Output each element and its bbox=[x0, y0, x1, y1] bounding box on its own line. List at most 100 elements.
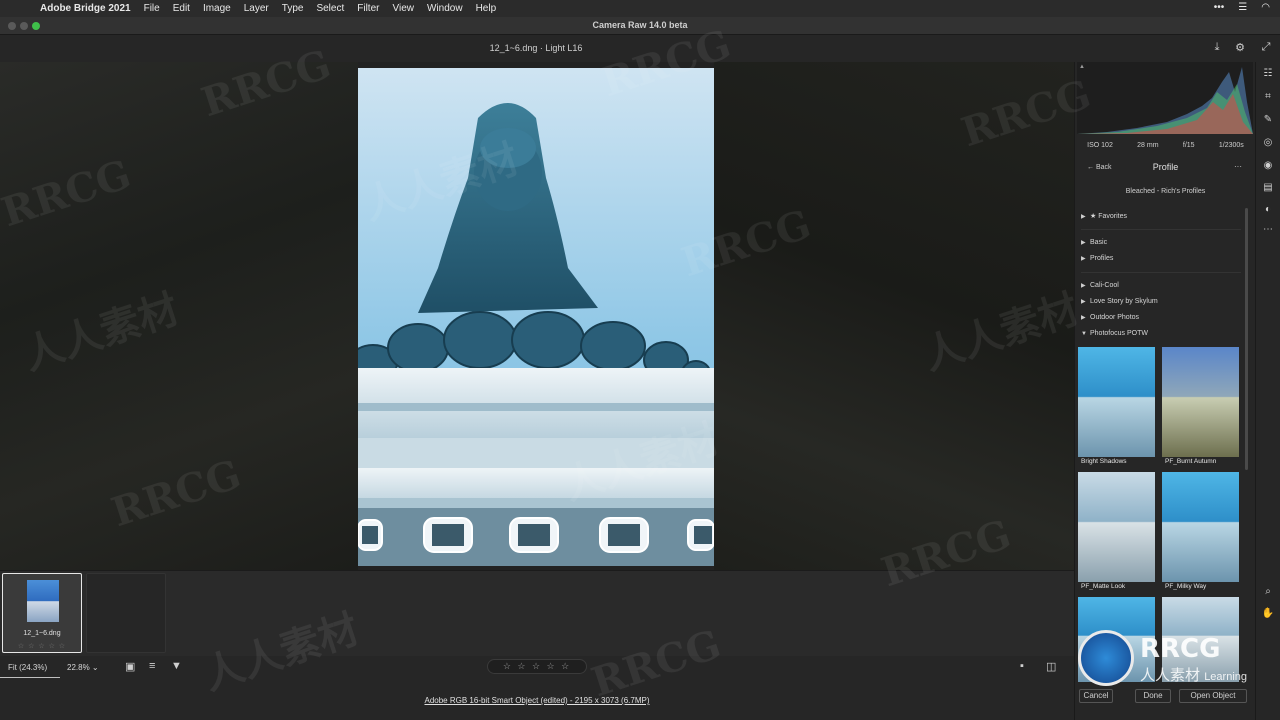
profile-group-cali-cool[interactable]: ▶ Cali-Cool bbox=[1081, 282, 1119, 289]
filter-icon[interactable]: ▼ bbox=[171, 660, 182, 672]
brand-logo-tag: Learning bbox=[1204, 671, 1248, 683]
window-titlebar: Camera Raw 14.0 beta bbox=[0, 17, 1280, 35]
more-tools-icon[interactable]: ⋯ bbox=[1261, 224, 1275, 238]
canvas-background-right bbox=[714, 62, 1074, 570]
profile-group-label: Profiles bbox=[1090, 255, 1114, 262]
canvas-background-left bbox=[0, 62, 358, 570]
brand-logo-cn: 人人素材 bbox=[1140, 667, 1201, 684]
menu-edit[interactable]: Edit bbox=[173, 3, 190, 14]
photo-preview[interactable] bbox=[358, 68, 714, 566]
chevron-down-icon: ⌄ bbox=[91, 663, 99, 672]
profile-thumbnail[interactable] bbox=[1162, 472, 1239, 582]
histogram-graph bbox=[1077, 67, 1253, 134]
menu-window[interactable]: Window bbox=[427, 3, 463, 14]
profile-group-profiles[interactable]: ▶ Profiles bbox=[1081, 255, 1113, 262]
exif-shutter: 1/2300s bbox=[1218, 142, 1244, 149]
menu-extras-icon[interactable]: ••• bbox=[1214, 2, 1225, 13]
gear-icon[interactable]: ⚙ bbox=[1233, 41, 1247, 55]
panel-scrollbar[interactable] bbox=[1245, 208, 1248, 470]
single-view-icon[interactable]: ▪ bbox=[1020, 660, 1024, 672]
profile-group-label: Photofocus POTW bbox=[1090, 330, 1148, 337]
workflow-options-link[interactable]: Adobe RGB 16-bit Smart Object (edited) -… bbox=[0, 696, 1074, 705]
sort-icon[interactable]: ≡ bbox=[149, 660, 155, 672]
window-title: Camera Raw 14.0 beta bbox=[592, 20, 688, 30]
brand-logo-text: RRCG bbox=[1140, 634, 1221, 664]
before-after-icon[interactable]: ◫ bbox=[1046, 660, 1056, 673]
profile-group-favorites[interactable]: ▶ ★ Favorites bbox=[1081, 212, 1127, 220]
zoom-fit-button[interactable]: Fit (24.3%) bbox=[8, 663, 47, 672]
filmstrip-item[interactable] bbox=[86, 573, 166, 653]
profile-thumbnail[interactable] bbox=[1078, 472, 1155, 582]
buddha-statue-image bbox=[358, 103, 714, 566]
caret-right-icon: ▶ bbox=[1081, 299, 1086, 305]
filmstrip-toggle-icon[interactable]: ▣ bbox=[125, 660, 135, 673]
caret-right-icon: ▶ bbox=[1081, 240, 1086, 246]
menu-type[interactable]: Type bbox=[282, 3, 304, 14]
caret-down-icon: ▼ bbox=[1081, 331, 1087, 337]
profile-group-basic[interactable]: ▶ Basic bbox=[1081, 239, 1107, 246]
menu-file[interactable]: File bbox=[144, 3, 160, 14]
profile-group-photofocus[interactable]: ▼ Photofocus POTW bbox=[1081, 330, 1148, 337]
profile-group-outdoor-photos[interactable]: ▶ Outdoor Photos bbox=[1081, 314, 1139, 321]
hand-tool-icon[interactable]: ✋ bbox=[1261, 608, 1275, 622]
profile-group-label: Favorites bbox=[1098, 213, 1128, 220]
presets-icon[interactable]: ◐ bbox=[1261, 204, 1275, 218]
done-button[interactable]: Done bbox=[1135, 689, 1171, 703]
filmstrip-item-selected[interactable]: 12_1~6.dng ☆ ☆ ☆ ☆ ☆ bbox=[2, 573, 82, 653]
profile-title: Profile bbox=[1152, 162, 1179, 172]
histogram: ▲ bbox=[1077, 62, 1253, 134]
divider bbox=[1081, 229, 1241, 230]
exif-focal-length: 28 mm bbox=[1137, 142, 1159, 149]
save-icon[interactable]: ⤓ bbox=[1210, 41, 1224, 55]
profile-group-love-story[interactable]: ▶ Love Story by Skylum bbox=[1081, 298, 1158, 305]
more-options-icon[interactable]: ··· bbox=[1234, 162, 1242, 171]
caret-right-icon: ▶ bbox=[1081, 315, 1086, 321]
bottom-bar: Fit (24.3%) 22.8% ⌄ ▣ ≡ ▼ ☆ ☆ ☆ ☆ ☆ ▪ ◫ … bbox=[0, 656, 1074, 720]
profile-group-label: Outdoor Photos bbox=[1090, 314, 1140, 321]
profile-thumbnail-label: Bright Shadows bbox=[1081, 458, 1127, 465]
rating-stars[interactable]: ☆ ☆ ☆ ☆ ☆ bbox=[487, 659, 587, 674]
menu-select[interactable]: Select bbox=[316, 3, 344, 14]
profile-thumbnail-label: PF_Matte Look bbox=[1081, 583, 1126, 590]
tool-rail: ☷ ⌗ ✎ ◎ ◉ ▤ ◐ ⋯ ⌕ ✋ bbox=[1255, 62, 1280, 720]
profile-header: ← Back Profile ··· bbox=[1075, 162, 1256, 176]
crop-icon[interactable]: ⌗ bbox=[1261, 91, 1275, 105]
menu-app-name[interactable]: Adobe Bridge 2021 bbox=[40, 3, 131, 14]
filmstrip: 12_1~6.dng ☆ ☆ ☆ ☆ ☆ bbox=[0, 570, 1074, 656]
star-icon: ★ bbox=[1090, 213, 1097, 220]
snapshots-icon[interactable]: ▤ bbox=[1261, 182, 1275, 196]
filmstrip-thumbnail-image bbox=[27, 580, 59, 622]
zoom-tool-icon[interactable]: ⌕ bbox=[1261, 586, 1275, 600]
caret-right-icon: ▶ bbox=[1081, 214, 1086, 220]
shadow-clipping-icon[interactable]: ▲ bbox=[1079, 64, 1085, 70]
exif-iso: ISO 102 bbox=[1087, 142, 1113, 149]
open-object-button[interactable]: Open Object bbox=[1179, 689, 1247, 703]
edit-sliders-icon[interactable]: ☷ bbox=[1261, 68, 1275, 82]
exif-info: ISO 102 28 mm f/15 1/2300s bbox=[1075, 142, 1256, 149]
masking-icon[interactable]: ◎ bbox=[1261, 137, 1275, 151]
menu-view[interactable]: View bbox=[392, 3, 414, 14]
top-toolbar: 12_1~6.dng · Light L16 ⤓ ⚙ ⤢ bbox=[0, 35, 1280, 62]
zoom-fit-underline bbox=[0, 677, 60, 678]
wifi-icon[interactable]: ◠ bbox=[1261, 2, 1270, 13]
profile-thumbnail[interactable] bbox=[1162, 347, 1239, 457]
profile-group-label: Basic bbox=[1090, 239, 1108, 246]
current-profile-name: Bleached - Rich's Profiles bbox=[1125, 188, 1206, 195]
profile-thumbnail[interactable] bbox=[1078, 347, 1155, 457]
menu-image[interactable]: Image bbox=[203, 3, 231, 14]
menu-filter[interactable]: Filter bbox=[357, 3, 379, 14]
menu-layer[interactable]: Layer bbox=[244, 3, 269, 14]
red-eye-icon[interactable]: ◉ bbox=[1261, 160, 1275, 174]
exif-aperture: f/15 bbox=[1182, 142, 1195, 149]
zoom-level-dropdown[interactable]: 22.8% ⌄ bbox=[67, 663, 99, 672]
healing-brush-icon[interactable]: ✎ bbox=[1261, 114, 1275, 128]
fullscreen-icon[interactable]: ⤢ bbox=[1259, 41, 1273, 55]
image-canvas[interactable] bbox=[0, 62, 1074, 570]
control-center-icon[interactable]: ☰ bbox=[1238, 2, 1247, 13]
menu-help[interactable]: Help bbox=[476, 3, 497, 14]
profile-panel: ▲ ISO 102 28 mm f/15 1/2300s ← Back Prof… bbox=[1074, 62, 1255, 720]
file-name-label: 12_1~6.dng · Light L16 bbox=[489, 43, 583, 53]
profile-thumbnail-label: PF_Burnt Autumn bbox=[1165, 458, 1217, 465]
cancel-button[interactable]: Cancel bbox=[1079, 689, 1113, 703]
filmstrip-item-rating[interactable]: ☆ ☆ ☆ ☆ ☆ bbox=[3, 642, 81, 650]
